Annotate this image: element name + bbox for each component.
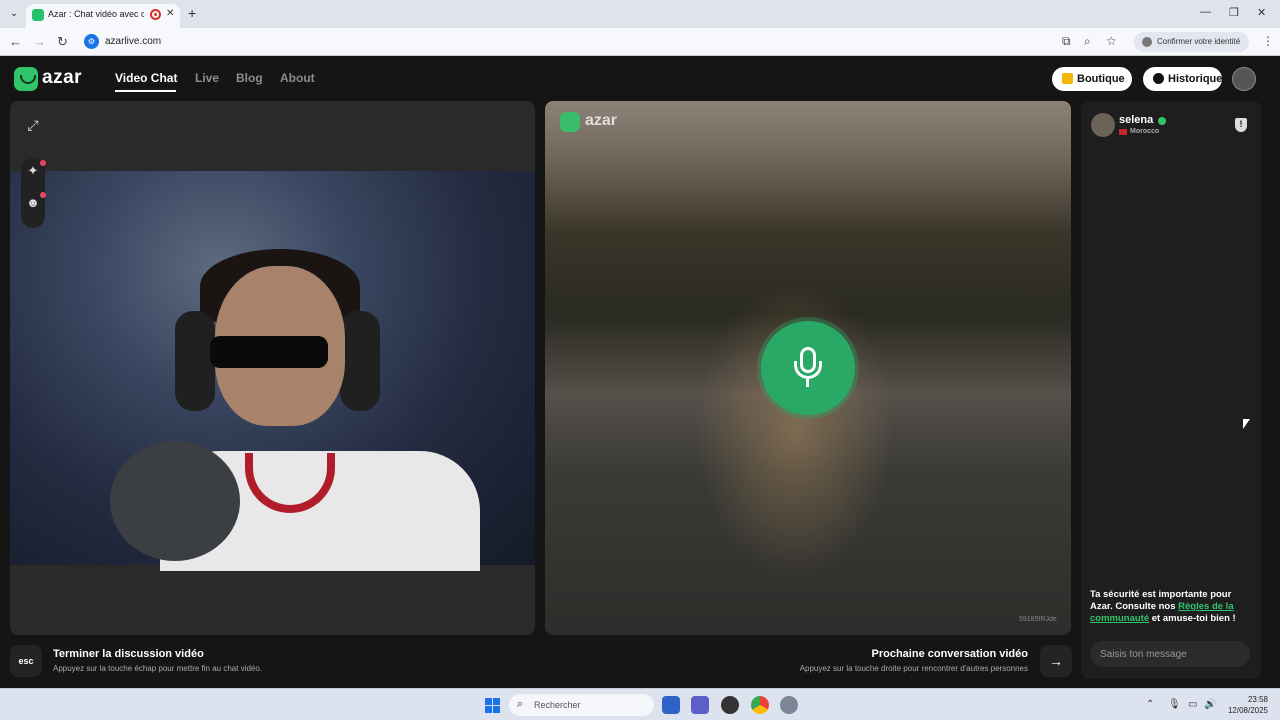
profile-icon [1142,37,1152,47]
confirm-identity-label: Confirmer votre identité [1157,37,1241,46]
tray-network-icon[interactable]: ▭ [1188,699,1197,710]
search-icon: ⌕ [517,698,524,710]
online-status-icon [1158,117,1166,125]
peer-country: Morocco [1130,128,1160,135]
headphone-right [340,311,380,411]
tab-title: Azar : Chat vidéo avec de n [48,9,144,19]
nav-about[interactable]: About [280,71,315,85]
reload-icon[interactable]: ↻ [57,34,68,50]
tray-mic-icon[interactable]: 🎙 [1168,699,1181,710]
mic-stem [806,379,809,387]
obs-app-icon[interactable] [721,696,739,714]
teams-app-icon[interactable] [691,696,709,714]
taskbar-search-text: Rechercher [534,700,581,710]
peer-name: selena [1119,114,1154,126]
tab-close-icon[interactable]: ✕ [166,8,174,19]
expand-icon[interactable]: ⤢ [22,114,44,136]
nav-live[interactable]: Live [195,71,219,85]
sunglasses [210,336,328,368]
minimize-icon[interactable]: — [1200,6,1211,18]
azar-logo-text: azar [42,67,83,88]
browser-tab-bar: ⌄ Azar : Chat vidéo avec de n ✕ + — ❐ ✕ [0,0,1280,28]
taskbar-clock[interactable]: 23:58 12/08/2025 [1224,694,1268,716]
safety-notice: Ta sécurité est importante pour Azar. Co… [1090,589,1255,625]
morocco-flag-icon [1119,129,1127,135]
confirm-identity-button[interactable]: Confirmer votre identité [1134,32,1249,52]
clock-time: 23:58 [1247,695,1268,704]
window-close-icon[interactable]: ✕ [1257,6,1266,19]
self-video-panel: ⤢ ✦ ☻ [10,101,535,635]
nav-active-underline [115,90,176,92]
chat-panel: selena Morocco ! Ta sécurité est importa… [1081,101,1261,679]
zoom-icon[interactable]: ⌕ [1084,34,1091,49]
remote-logo-text: azar [585,112,618,129]
tray-volume-icon[interactable]: 🔊 [1204,699,1216,710]
os-taskbar: ⌕ Rechercher ⌃ 🎙 ▭ 🔊 23:58 12/08/2025 [0,688,1280,720]
address-bar: ← → ↻ ⚙ azarlive.com ⧉ ⌕ ☆ Confirmer vot… [0,28,1280,56]
azar-app: azar Video Chat Live Blog About Boutique… [0,57,1280,688]
nav-video-chat[interactable]: Video Chat [115,71,177,85]
forward-icon[interactable]: → [33,34,46,49]
tab-search-icon[interactable]: ⌄ [6,6,22,22]
headphone-left [175,311,215,411]
app-header: azar Video Chat Live Blog About Boutique… [0,57,1280,101]
tray-chevron-icon[interactable]: ⌃ [1146,699,1154,710]
history-button[interactable]: Historique [1143,67,1222,91]
avatar[interactable] [1232,67,1256,91]
end-chat-title: Terminer la discussion vidéo [53,648,204,660]
filter-notification-dot [40,192,46,198]
mouse-cursor [1243,419,1250,429]
shop-label: Boutique [1077,73,1125,85]
windows-start-icon[interactable] [485,698,500,713]
self-camera-feed [10,171,535,571]
restore-icon[interactable]: ❐ [1229,6,1239,19]
peer-avatar[interactable] [1091,113,1115,137]
url-field[interactable]: azarlive.com [105,36,161,47]
browser-menu-icon[interactable]: ⋮ [1262,34,1274,48]
new-tab-icon[interactable]: + [188,5,196,21]
microphone-windscreen [110,441,240,561]
next-chat-hint: Appuyez sur la touche droite pour rencon… [799,664,1028,673]
history-label: Historique [1168,73,1223,85]
session-watermark: 59185fRJde [1019,616,1057,623]
remote-video-panel: azar 59185fRJde [545,101,1071,635]
back-icon[interactable]: ← [9,34,22,49]
install-app-icon[interactable]: ⧉ [1062,34,1071,49]
taskbar-search[interactable]: ⌕ Rechercher [509,694,654,716]
site-info-icon[interactable]: ⚙ [84,34,99,49]
azar-logo-icon [14,67,38,91]
action-bar: esc Terminer la discussion vidéo Appuyez… [0,641,1075,681]
end-chat-hint: Appuyez sur la touche échap pour mettre … [53,664,263,673]
end-chat-button[interactable]: esc [10,645,42,677]
effects-notification-dot [40,160,46,166]
recording-icon [150,9,161,20]
voice-only-mic-icon [761,321,855,415]
next-chat-arrow-icon[interactable]: → [1040,645,1072,677]
safety-text-end: et amuse-toi bien ! [1149,613,1236,624]
settings-app-icon[interactable] [780,696,798,714]
azar-favicon-icon [32,9,44,21]
azar-logo-icon [560,112,580,132]
browser-tab[interactable]: Azar : Chat vidéo avec de n ✕ [26,4,180,28]
clock-icon [1153,73,1164,84]
mic-arc [794,361,822,379]
next-chat-title: Prochaine conversation vidéo [871,648,1029,660]
gem-icon [1062,73,1073,84]
chrome-app-icon[interactable] [751,696,769,714]
clock-date: 12/08/2025 [1227,706,1268,715]
shop-button[interactable]: Boutique [1052,67,1132,91]
nav-blog[interactable]: Blog [236,71,263,85]
store-app-icon[interactable] [662,696,680,714]
bookmark-star-icon[interactable]: ☆ [1106,34,1117,48]
report-shield-icon[interactable]: ! [1235,118,1247,132]
message-input[interactable] [1090,641,1250,667]
